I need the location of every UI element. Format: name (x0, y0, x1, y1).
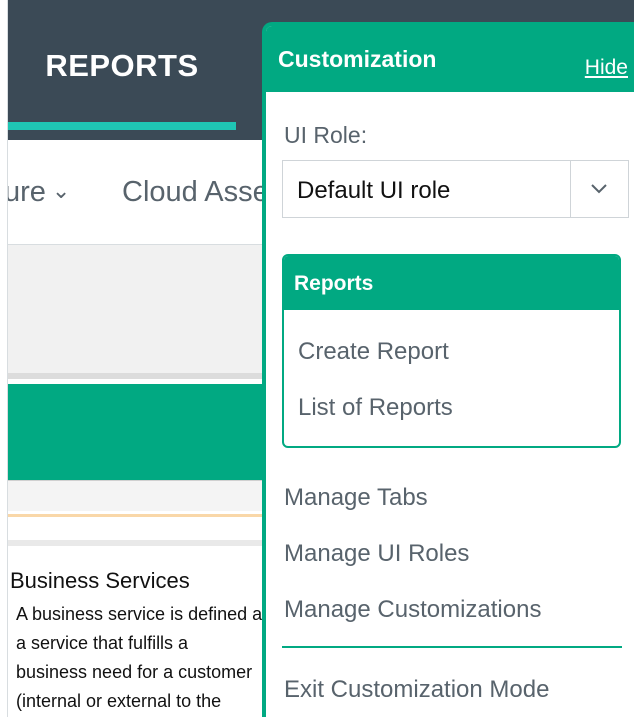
tab-reports-label: REPORTS (45, 48, 199, 83)
nav-item-infrastructure[interactable]: ure ⌄ (4, 176, 70, 209)
ui-role-select[interactable]: Default UI role (282, 160, 629, 218)
list-of-reports-link[interactable]: List of Reports (298, 394, 453, 422)
dropdown-toggle[interactable] (570, 161, 628, 217)
description-line: a service that fulfills a (16, 633, 189, 653)
reports-group: Reports Create Report List of Reports (282, 254, 621, 448)
hide-link[interactable]: Hide (585, 56, 628, 80)
nav-item-label: ure (4, 176, 46, 208)
active-tab-indicator (8, 122, 236, 130)
panel-title: Customization (278, 46, 437, 72)
manage-ui-roles-link[interactable]: Manage UI Roles (284, 540, 469, 568)
chevron-down-icon (591, 184, 607, 194)
tab-reports[interactable]: REPORTS (8, 0, 236, 140)
chevron-down-icon: ⌄ (51, 178, 71, 203)
manage-customizations-link[interactable]: Manage Customizations (284, 596, 541, 624)
reports-group-header: Reports (284, 256, 619, 310)
left-edge (0, 0, 8, 717)
description-line: (internal or external to the (16, 691, 222, 711)
panel-header: Customization Hide (266, 26, 634, 92)
ui-role-value: Default UI role (297, 177, 451, 204)
business-services-title: Business Services (10, 568, 190, 593)
ui-role-label: UI Role: (284, 122, 368, 148)
exit-customization-link[interactable]: Exit Customization Mode (284, 676, 549, 704)
panel-divider (282, 646, 622, 648)
description-line: business need for a customer (16, 662, 253, 682)
description-line: A business service is defined as (16, 604, 272, 624)
reports-group-title: Reports (294, 272, 374, 295)
create-report-link[interactable]: Create Report (298, 338, 449, 366)
customization-panel: Customization Hide UI Role: Default UI r… (262, 22, 634, 717)
manage-tabs-link[interactable]: Manage Tabs (284, 484, 428, 512)
